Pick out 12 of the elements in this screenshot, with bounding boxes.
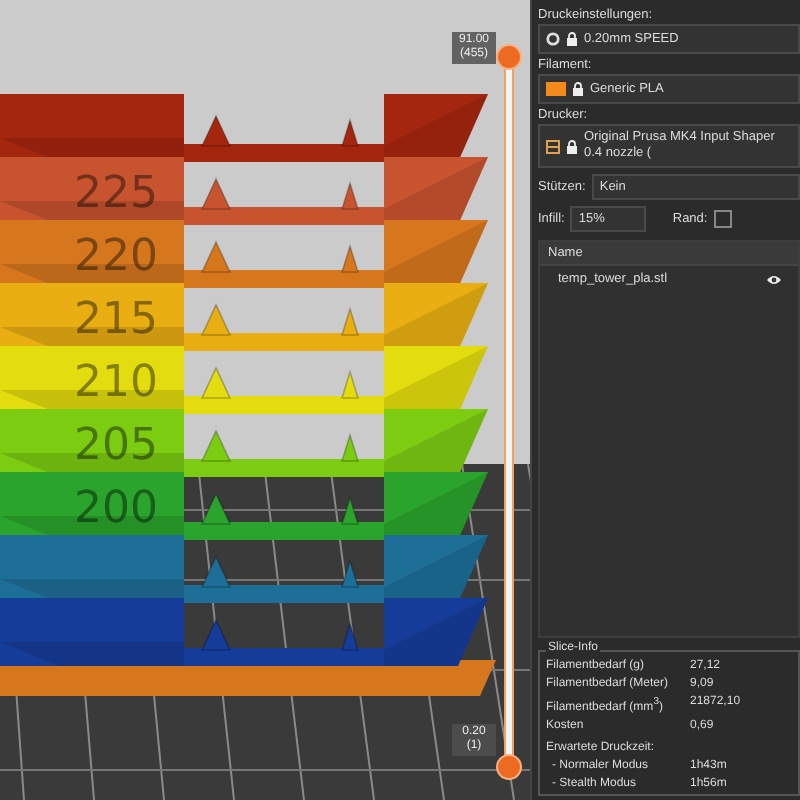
tier-label: 210 bbox=[74, 358, 158, 408]
printer-icon bbox=[546, 139, 560, 153]
lock-icon bbox=[566, 32, 578, 46]
tier-label: 225 bbox=[74, 169, 158, 219]
brim-checkbox[interactable] bbox=[713, 210, 732, 228]
eye-icon[interactable] bbox=[766, 273, 782, 285]
lock-icon bbox=[572, 82, 584, 96]
tier-label: 220 bbox=[74, 232, 158, 282]
lock-icon bbox=[566, 139, 578, 153]
tier-label: 200 bbox=[74, 484, 158, 534]
tier-label: 215 bbox=[74, 295, 158, 345]
tier-label: 205 bbox=[74, 421, 158, 471]
